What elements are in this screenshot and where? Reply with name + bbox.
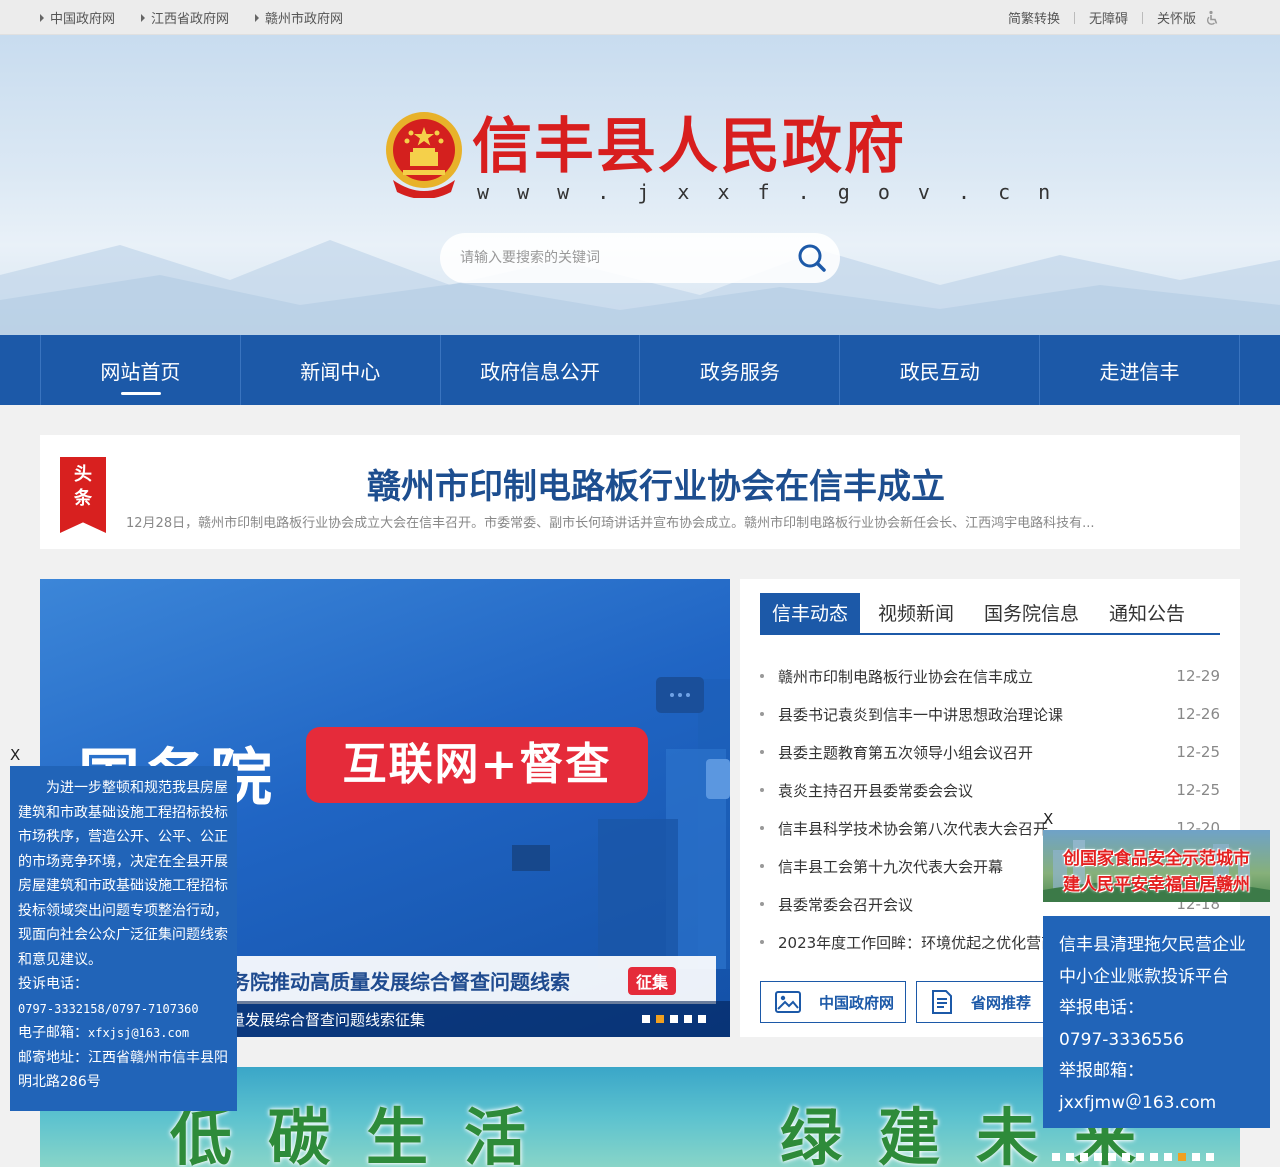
tab-state-council[interactable]: 国务院信息 xyxy=(972,593,1091,633)
slider-pill-text: 互联网+督查 xyxy=(306,727,648,803)
list-item[interactable]: 县委书记袁炎到信丰一中讲思想政治理论课 12-26 xyxy=(760,695,1220,733)
top-link-gov-cn[interactable]: 中国政府网 xyxy=(40,8,115,27)
close-icon[interactable]: X xyxy=(10,746,20,764)
traditional-simplified-toggle[interactable]: 简繁转换 xyxy=(1008,8,1060,27)
notice-paragraph: 为进一步整顿和规范我县房屋建筑和市政基础设施工程招标投标市场秩序，营造公开、公平… xyxy=(18,780,228,968)
gov-cn-button[interactable]: 中国政府网 xyxy=(760,981,906,1023)
slide-dot[interactable] xyxy=(642,1015,650,1023)
headline-tag: 头条 xyxy=(60,457,106,533)
nav-item-about[interactable]: 走进信丰 xyxy=(1040,335,1240,405)
slide-dot[interactable] xyxy=(670,1015,678,1023)
slide-dot[interactable] xyxy=(698,1015,706,1023)
slide-dot[interactable] xyxy=(1080,1153,1088,1161)
slider-banner: 务院推动高质量发展综合督查问题线索 征集 xyxy=(200,956,716,1004)
news-tabs: 信丰动态 视频新闻 国务院信息 通知公告 xyxy=(760,593,1220,635)
list-item[interactable]: 赣州市印制电路板行业协会在信丰成立 12-29 xyxy=(760,657,1220,695)
bullet-icon xyxy=(760,712,764,716)
site-url: w w w . j x x f . g o v . c n xyxy=(477,180,1059,204)
main-nav: 网站首页 新闻中心 政府信息公开 政务服务 政民互动 走进信丰 xyxy=(0,335,1280,405)
bullet-icon xyxy=(760,940,764,944)
search-input[interactable] xyxy=(460,245,780,271)
triangle-icon xyxy=(40,13,44,22)
panel-line: 信丰县清理拖欠民营企业 xyxy=(1059,935,1246,955)
notice-phone: 投诉电话： 0797-3332158/0797-7107360 xyxy=(18,976,199,1016)
panel-line: 中小企业账款投诉平台 xyxy=(1059,966,1229,987)
wheelchair-icon[interactable] xyxy=(1204,10,1220,26)
slide-dot[interactable] xyxy=(684,1015,692,1023)
top-bar: 中国政府网 江西省政府网 赣州市政府网 简繁转换 无障碍 关怀版 xyxy=(0,0,1280,35)
image-icon xyxy=(775,991,801,1013)
bullet-icon xyxy=(760,902,764,906)
slider-banner-text: 务院推动高质量发展综合督查问题线索 xyxy=(230,970,570,994)
headline-title[interactable]: 赣州市印制电路板行业协会在信丰成立 xyxy=(126,459,1186,508)
accessibility-link[interactable]: 无障碍 xyxy=(1089,8,1128,27)
tab-video-news[interactable]: 视频新闻 xyxy=(866,593,966,633)
headline-block: 头条 赣州市印制电路板行业协会在信丰成立 12月28日，赣州市印制电路板行业协会… xyxy=(40,435,1240,549)
bullet-icon xyxy=(760,750,764,754)
nav-item-home[interactable]: 网站首页 xyxy=(41,335,241,405)
top-links: 中国政府网 江西省政府网 赣州市政府网 xyxy=(40,0,369,35)
elderly-mode-link[interactable]: 关怀版 xyxy=(1157,8,1196,27)
bullet-icon xyxy=(760,864,764,868)
slide-dot[interactable] xyxy=(656,1015,664,1023)
slide-dot[interactable] xyxy=(1178,1153,1186,1161)
headline-summary: 12月28日，赣州市印制电路板行业协会成立大会在信丰召开。市委常委、副市长何琦讲… xyxy=(126,516,1095,531)
float-notice-left[interactable]: 为进一步整顿和规范我县房屋建筑和市政基础设施工程招标投标市场秩序，营造公开、公平… xyxy=(10,766,237,1111)
close-icon[interactable]: X xyxy=(1043,810,1053,828)
building-decoration xyxy=(512,677,730,969)
tab-xinfeng-news[interactable]: 信丰动态 xyxy=(760,593,861,633)
panel-line: jxxfjmw＠163.com xyxy=(1059,1092,1217,1113)
slide-dot[interactable] xyxy=(1136,1153,1144,1161)
nav-item-interaction[interactable]: 政民互动 xyxy=(840,335,1041,405)
slider-banner-badge: 征集 xyxy=(627,967,676,995)
slide-dot[interactable] xyxy=(1066,1153,1074,1161)
national-emblem-icon xyxy=(386,112,462,198)
divider xyxy=(1073,11,1075,24)
province-recommend-button[interactable]: 省网推荐 xyxy=(916,981,1062,1023)
slide-dot[interactable] xyxy=(1122,1153,1130,1161)
search-icon[interactable] xyxy=(796,242,828,274)
banner-line-2: 建人民平安幸福宜居赣州 xyxy=(1063,875,1250,895)
panel-line: 0797-3336556 xyxy=(1059,1029,1185,1050)
food-safety-banner[interactable]: 创国家食品安全示范城市 建人民平安幸福宜居赣州 xyxy=(1043,830,1270,902)
search-box xyxy=(440,233,840,283)
bullet-icon xyxy=(760,674,764,678)
slide-dot[interactable] xyxy=(1192,1153,1200,1161)
triangle-icon xyxy=(255,13,260,22)
banner-line-1: 创国家食品安全示范城市 xyxy=(1063,849,1250,869)
slide-dot[interactable] xyxy=(1108,1153,1116,1161)
notice-email: 电子邮箱：xfxjsj@163.com xyxy=(18,1025,190,1041)
list-item[interactable]: 袁炎主持召开县委常委会会议 12-25 xyxy=(760,771,1220,809)
top-link-ganzhou[interactable]: 赣州市政府网 xyxy=(255,8,343,27)
slide-dot[interactable] xyxy=(1094,1153,1102,1161)
divider xyxy=(1141,11,1143,24)
slide-dot[interactable] xyxy=(1164,1153,1172,1161)
bullet-icon xyxy=(760,788,764,792)
tab-notices[interactable]: 通知公告 xyxy=(1097,593,1197,633)
top-tools: 简繁转换 无障碍 关怀版 xyxy=(1008,0,1220,35)
slide-dot[interactable] xyxy=(1052,1153,1060,1161)
bullet-icon xyxy=(760,826,764,830)
list-item[interactable]: 县委主题教育第五次领导小组会议召开 12-25 xyxy=(760,733,1220,771)
notice-address: 邮寄地址：江西省赣州市信丰县阳明北路286号 xyxy=(18,1049,228,1091)
nav-item-services[interactable]: 政务服务 xyxy=(640,335,841,405)
slide-dot[interactable] xyxy=(1150,1153,1158,1161)
document-icon xyxy=(932,990,952,1014)
slider-caption-text[interactable]: 量发展综合督查问题线索征集 xyxy=(230,1009,425,1030)
panel-line: 举报电话： xyxy=(1059,998,1144,1018)
triangle-icon xyxy=(141,13,146,22)
nav-item-gov-info[interactable]: 政府信息公开 xyxy=(441,335,641,405)
slide-dot[interactable] xyxy=(1206,1153,1214,1161)
site-title: 信丰县人民政府 xyxy=(472,112,906,182)
arrears-complaint-panel[interactable]: 信丰县清理拖欠民营企业 中小企业账款投诉平台 举报电话： 0797-333655… xyxy=(1043,916,1270,1128)
site-header: 信丰县人民政府 w w w . j x x f . g o v . c n xyxy=(0,35,1280,335)
panel-line: 举报邮箱： xyxy=(1059,1061,1144,1081)
top-link-jiangxi[interactable]: 江西省政府网 xyxy=(141,8,229,27)
nav-item-news[interactable]: 新闻中心 xyxy=(241,335,441,405)
slider-dots xyxy=(636,1015,706,1023)
banner-dots xyxy=(1046,1153,1214,1161)
